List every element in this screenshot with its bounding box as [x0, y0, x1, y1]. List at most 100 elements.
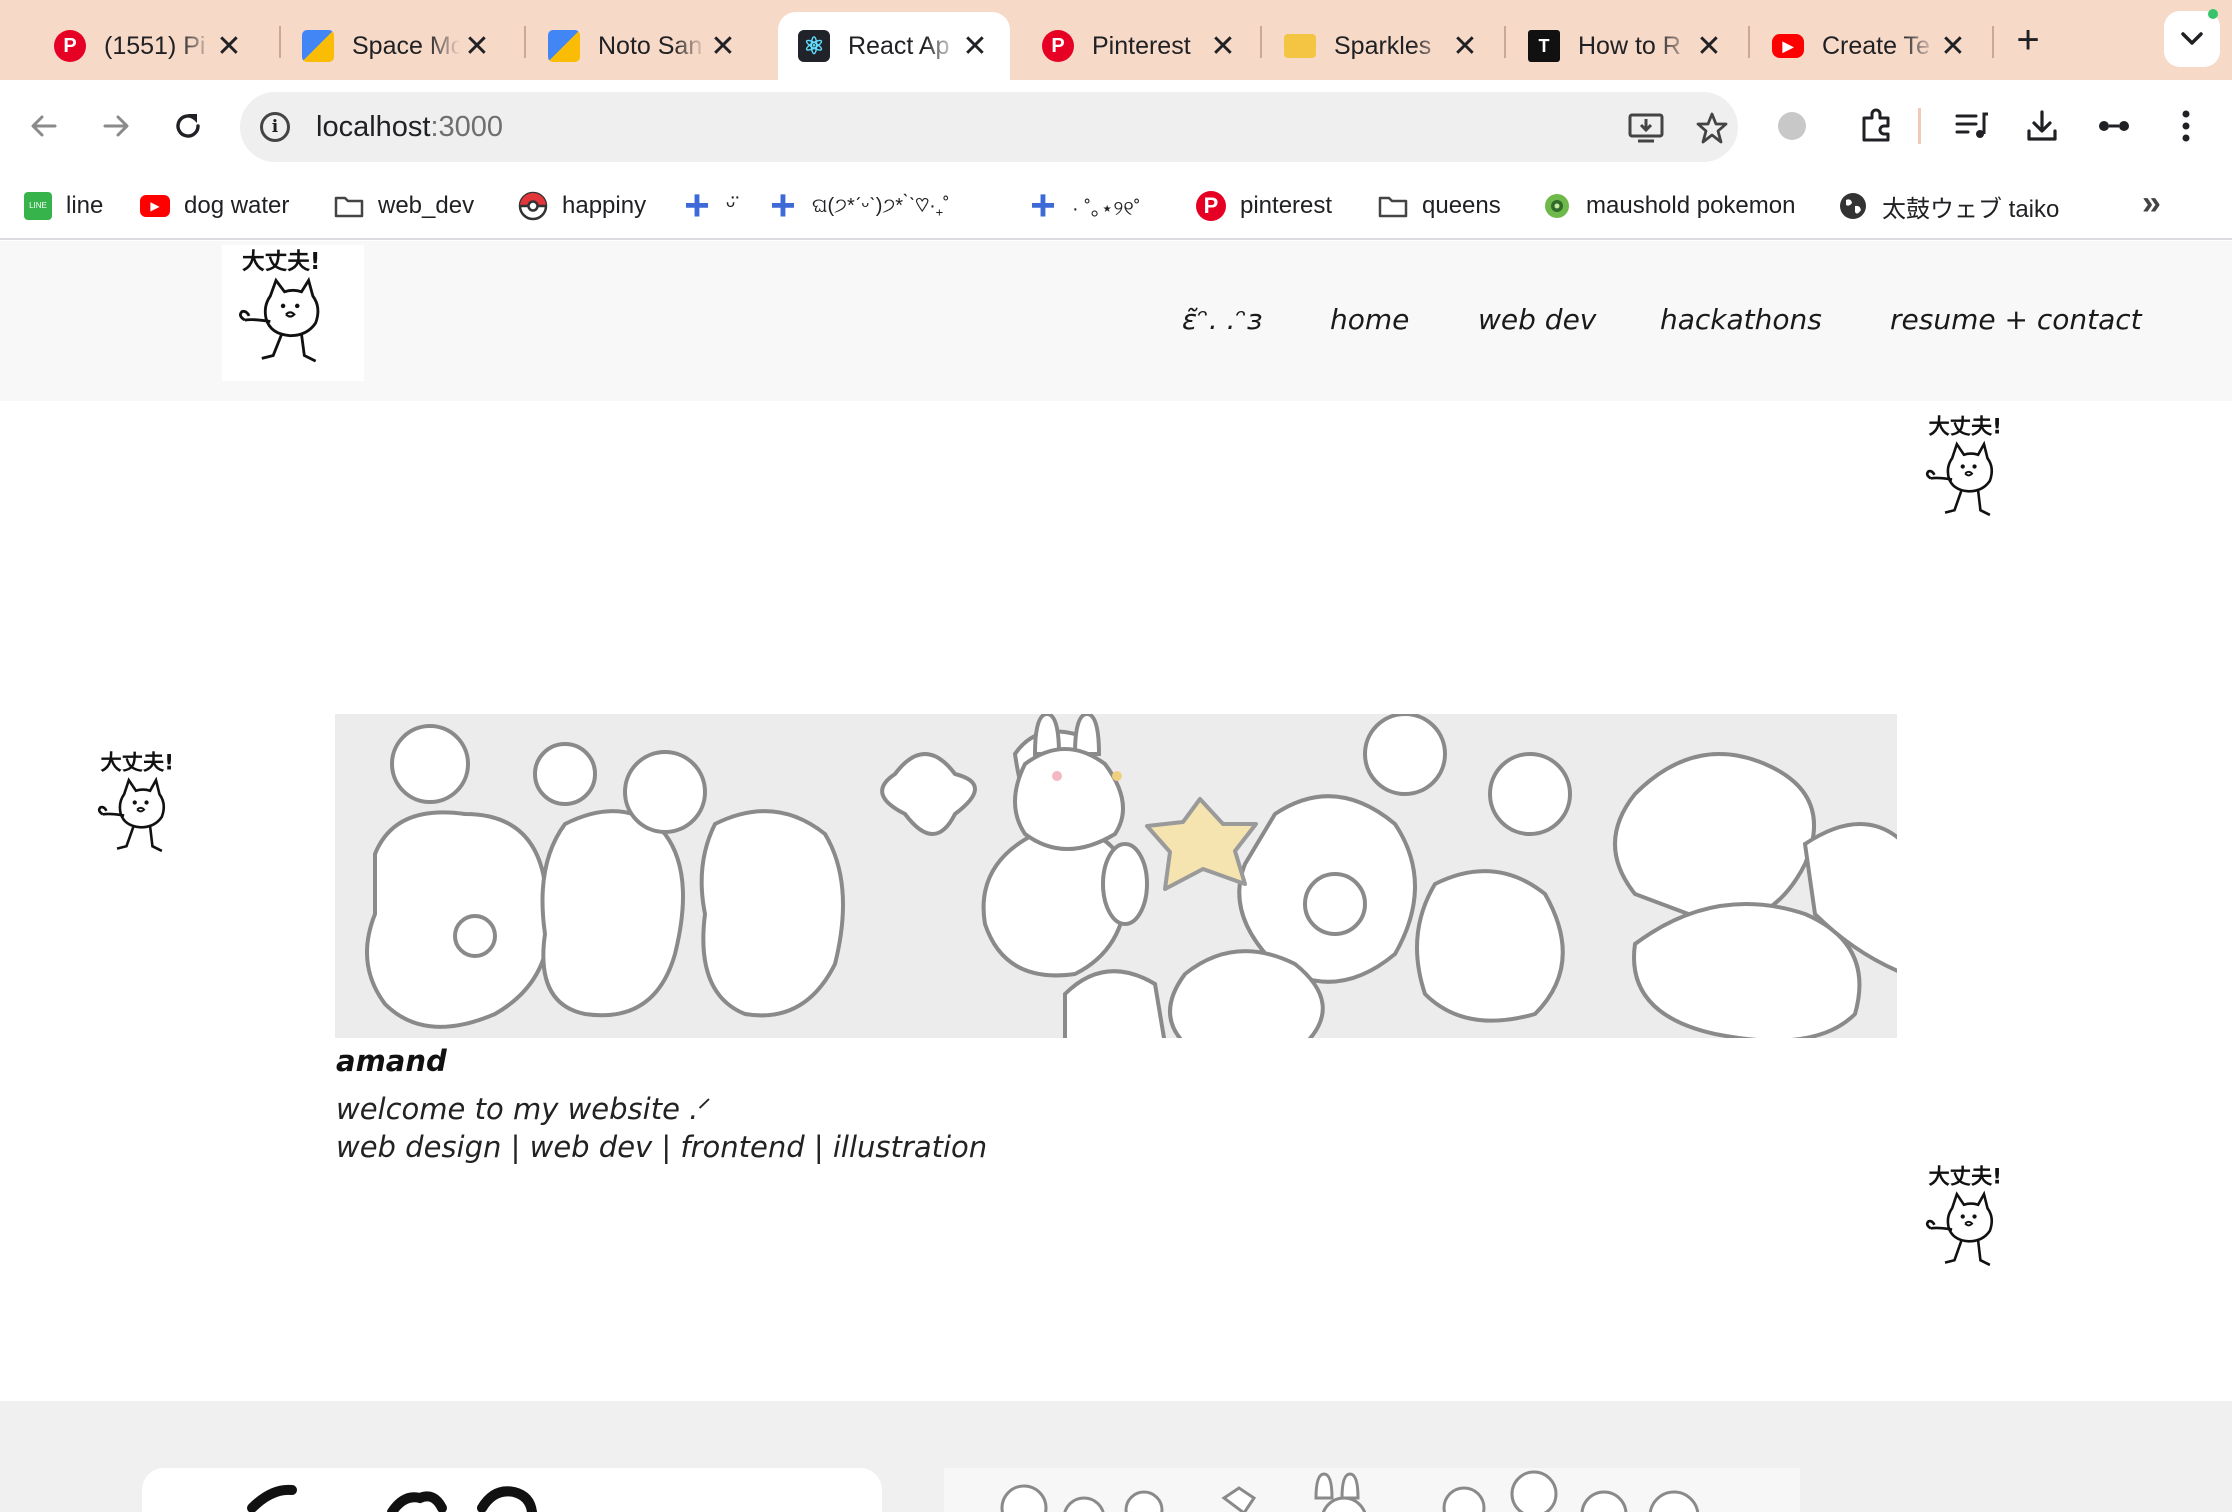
folder-icon	[1378, 191, 1408, 221]
site-info-icon[interactable]: i	[260, 112, 290, 142]
bookmark-label: line	[66, 192, 104, 219]
line-store-icon: LINE	[24, 192, 52, 220]
sticker-text: 大丈夫!	[1929, 1165, 2002, 1190]
reload-button[interactable]	[164, 102, 212, 150]
tab-noto-sans[interactable]: Noto San ✕	[528, 12, 758, 80]
cast-connect-icon[interactable]	[2092, 104, 2136, 148]
bookmark-web-dev[interactable]: web_dev	[334, 186, 474, 226]
reload-icon	[176, 114, 200, 138]
tab-space-mono[interactable]: Space Mo ✕	[282, 12, 512, 80]
bookmark-plus-1[interactable]: + ᵕ̈	[682, 181, 736, 230]
new-tab-button[interactable]: +	[2006, 18, 2050, 62]
pokemon-icon	[1542, 191, 1572, 221]
menu-kebab-icon[interactable]	[2164, 104, 2208, 148]
bookmark-star-icon[interactable]	[1694, 110, 1730, 146]
browser-toolbar: i localhost:3000	[0, 80, 2232, 172]
site-header: 大丈夫! ɛ̃ᵔ. .ᵔɜ home web dev hackathons re…	[0, 241, 2232, 401]
tab-search-button[interactable]	[2164, 9, 2220, 67]
close-icon[interactable]: ✕	[1936, 29, 1970, 63]
install-app-icon[interactable]	[1628, 110, 1664, 146]
bookmark-label: queens	[1422, 192, 1501, 219]
nav-web-dev[interactable]: web dev	[1478, 303, 1596, 336]
bookmark-dog-water[interactable]: ▶ dog water	[140, 186, 289, 226]
close-icon[interactable]: ✕	[1206, 29, 1240, 63]
bookmark-label: · ˚｡⋆୨୧˚	[1072, 197, 1141, 220]
bookmark-label: maushold pokemon	[1586, 192, 1796, 219]
youtube-icon: ▶	[1772, 34, 1804, 58]
site-icon: T	[1528, 30, 1560, 62]
bookmark-label: 太鼓ウェブ taiko	[1882, 195, 2060, 223]
extensions-icon[interactable]	[1854, 104, 1898, 148]
tagline-roles: web design | web dev | frontend | illust…	[336, 1130, 988, 1164]
url-text[interactable]: localhost:3000	[316, 111, 503, 144]
bookmark-line[interactable]: LINE line	[24, 186, 103, 226]
tab-pinterest-1[interactable]: P (1551) Pi ✕	[34, 12, 264, 80]
tab-sparkles[interactable]: Sparkles ✕	[1264, 12, 1500, 80]
chevron-down-icon	[2181, 32, 2203, 45]
close-icon[interactable]: ✕	[1692, 29, 1726, 63]
bookmark-taiko[interactable]: 太鼓ウェブ taiko	[1838, 186, 2059, 226]
tab-title: Create Te	[1822, 31, 1930, 60]
close-icon[interactable]: ✕	[706, 29, 740, 63]
bookmark-plus-3[interactable]: + · ˚｡⋆୨୧˚	[1028, 181, 1141, 230]
bookmark-maushold[interactable]: maushold pokemon	[1542, 186, 1795, 226]
cat-sticker-icon: 大丈夫!	[97, 751, 174, 853]
tab-divider	[279, 26, 281, 58]
nav-hackathons[interactable]: hackathons	[1660, 303, 1822, 336]
sticker-text: 大丈夫!	[242, 249, 320, 275]
tab-react-app[interactable]: ⚛ React Ap ✕	[778, 12, 1010, 80]
tab-title: Space Mo	[352, 31, 460, 60]
hero-banner-image	[335, 714, 1897, 1038]
arrow-right-icon	[103, 115, 129, 137]
globe-icon	[1838, 191, 1868, 221]
bookmark-label: web_dev	[378, 192, 475, 219]
preview-card[interactable]	[944, 1468, 1800, 1512]
profile-avatar[interactable]	[1778, 112, 1806, 140]
pinterest-icon: P	[54, 30, 86, 62]
bookmarks-overflow-icon[interactable]: »	[2142, 184, 2161, 223]
site-logo[interactable]: 大丈夫!	[222, 245, 364, 381]
sticker-text: 大丈夫!	[101, 751, 174, 776]
close-icon[interactable]: ✕	[460, 29, 494, 63]
tab-divider	[1992, 26, 1994, 58]
close-icon[interactable]: ✕	[212, 29, 246, 63]
bookmarks-bar: LINE line ▶ dog water web_dev happiny + …	[0, 172, 2232, 240]
star-icon	[1145, 797, 1258, 891]
tab-pinterest-2[interactable]: P Pinterest ✕	[1022, 12, 1258, 80]
nav-resume-contact[interactable]: resume + contact	[1890, 303, 2142, 336]
bookmark-label: dog water	[184, 192, 290, 219]
bookmark-queens[interactable]: queens	[1378, 186, 1501, 226]
back-button[interactable]	[20, 102, 68, 150]
youtube-icon: ▶	[140, 195, 170, 217]
toolbar-divider	[1918, 108, 1921, 144]
nav-kaomoji[interactable]: ɛ̃ᵔ. .ᵔɜ	[1182, 303, 1262, 336]
pinterest-icon: P	[1042, 30, 1074, 62]
forward-button[interactable]	[92, 102, 140, 150]
tab-title: How to R	[1578, 31, 1681, 60]
pokeball-icon	[518, 191, 548, 221]
preview-card[interactable]	[142, 1468, 882, 1512]
download-icon[interactable]	[2020, 104, 2064, 148]
bookmark-label: ଘ(੭*ˊᵕˋ)੭* ̀ˋ♡·₊˚	[812, 194, 950, 217]
tab-create[interactable]: ▶ Create Te ✕	[1752, 12, 1988, 80]
react-icon: ⚛	[798, 30, 830, 62]
tab-how-to[interactable]: T How to R ✕	[1508, 12, 1744, 80]
media-controls-icon[interactable]	[1950, 104, 1994, 148]
google-fonts-icon	[548, 30, 580, 62]
bookmark-label: pinterest	[1240, 192, 1333, 219]
bookmark-pinterest[interactable]: P pinterest	[1196, 186, 1332, 226]
close-icon[interactable]: ✕	[1448, 29, 1482, 63]
url-port: :3000	[430, 110, 504, 143]
bookmark-label: ᵕ̈	[726, 192, 736, 219]
tab-title: Pinterest	[1092, 31, 1191, 60]
bookmark-happiny[interactable]: happiny	[518, 186, 646, 226]
bookmark-plus-2[interactable]: + ଘ(੭*ˊᵕˋ)੭* ̀ˋ♡·₊˚	[768, 181, 950, 230]
nav-home[interactable]: home	[1330, 303, 1409, 336]
address-bar[interactable]: i localhost:3000	[240, 92, 1738, 162]
folder-icon	[1284, 34, 1316, 58]
cat-sticker-icon: 大丈夫!	[1925, 1165, 2002, 1267]
cat-sticker-icon: 大丈夫!	[1925, 415, 2002, 517]
tab-divider	[1504, 26, 1506, 58]
tab-divider	[1748, 26, 1750, 58]
close-icon[interactable]: ✕	[958, 29, 992, 63]
